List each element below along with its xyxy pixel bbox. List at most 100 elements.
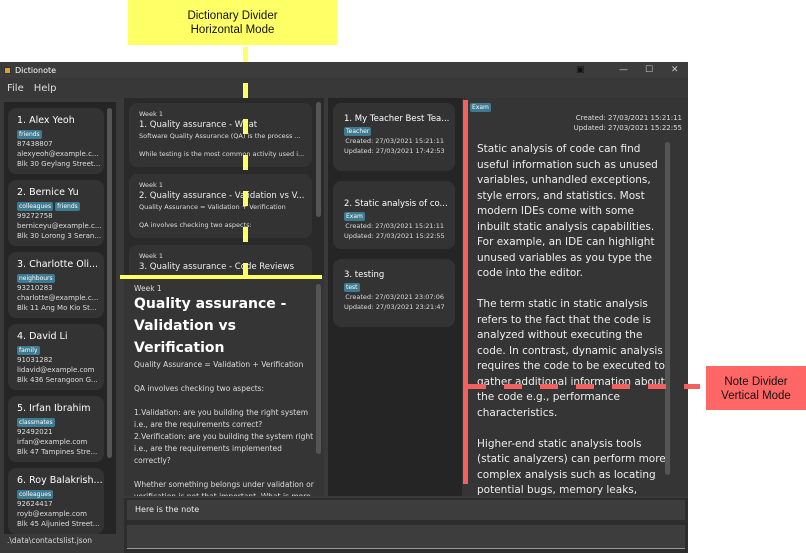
contact-address: Blk 47 Tampines Stre... (17, 448, 98, 456)
dictionary-week: Week 1 (139, 252, 164, 260)
note-title: 2. Static analysis of co... (344, 199, 448, 209)
contact-name: 6. Roy Balakrish... (17, 475, 103, 486)
note-card[interactable]: 2. Static analysis of co... Exam Created: … (333, 181, 455, 249)
contact-tag: classmates (17, 418, 55, 427)
pin-icon[interactable]: ▣ (576, 65, 585, 75)
contact-phone: 91031282 (17, 356, 53, 364)
contact-email: berniceyu@example.c... (17, 222, 102, 230)
command-box (124, 522, 688, 553)
close-button[interactable]: ✕ (671, 65, 679, 75)
contact-card[interactable]: 1. Alex Yeoh friends 87438807 alexyeoh@exam… (8, 108, 104, 174)
contact-phone: 93210283 (17, 284, 53, 292)
note-created: Created: 27/03/2021 15:21:11 (575, 114, 682, 122)
contact-tags: neighbours (17, 273, 95, 283)
contact-email: lidavid@example.com (17, 366, 95, 374)
contact-tags: colleagues friends (17, 201, 95, 211)
contact-phone: 92624417 (17, 500, 53, 508)
note-detail: Exam Created: 27/03/2021 15:21:11 Update… (462, 98, 688, 512)
contact-tag: family (17, 346, 40, 355)
menu-file[interactable]: File (7, 83, 24, 94)
contact-list: 1. Alex Yeoh friends 87438807 alexyeoh@exam… (4, 102, 116, 534)
contact-card[interactable]: 3. Charlotte Oli... neighbours 93210283 cha… (8, 252, 104, 318)
result-text: Here is the note (127, 500, 685, 520)
annotation-dashed-line-yellow (243, 47, 248, 275)
window-title: Dictionote (15, 65, 57, 75)
note-created: Created: 27/03/2021 23:07:06 (345, 293, 444, 301)
title-bar: Dictionote ▣ — ☐ ✕ (0, 62, 688, 78)
contact-card[interactable]: 6. Roy Balakrish... colleagues 92624417 roy… (8, 468, 104, 534)
contact-address: Blk 11 Ang Mo Kio St... (17, 304, 97, 312)
maximize-button[interactable]: ☐ (645, 65, 653, 75)
contact-tag: neighbours (17, 274, 55, 283)
dictionary-line2: While testing is the most common activit… (139, 150, 305, 158)
contact-name: 2. Bernice Yu (17, 187, 79, 198)
command-input[interactable] (127, 525, 685, 549)
contact-email: royb@example.com (17, 510, 87, 518)
menu-help[interactable]: Help (34, 83, 57, 94)
contact-email: alexyeoh@example.c... (17, 150, 99, 158)
contact-phone: 87438807 (17, 140, 53, 148)
contact-name: 4. David Li (17, 331, 68, 342)
contact-tags: friends (17, 129, 95, 139)
note-tag: Teacher (344, 127, 372, 136)
contact-tags: family (17, 345, 95, 355)
app-icon (4, 66, 11, 74)
detail-body: Quality Assurance = Validation + Verific… (134, 360, 314, 496)
app-window: Dictionote ▣ — ☐ ✕ File Help 1. Alex Yeo… (0, 62, 688, 553)
note-created: Created: 27/03/2021 15:21:11 (345, 222, 444, 230)
contact-tag: colleagues (17, 490, 54, 499)
contact-tags: classmates (17, 417, 95, 427)
contact-card[interactable]: 5. Irfan Ibrahim classmates 92492021 irfan@… (8, 396, 104, 462)
note-updated: Updated: 27/03/2021 17:42:53 (344, 147, 445, 155)
detail-week: Week 1 (134, 284, 162, 293)
note-created: Created: 27/03/2021 15:21:11 (345, 137, 444, 145)
contact-email: irfan@example.com (17, 438, 88, 446)
note-tag: Exam (344, 212, 365, 221)
note-updated: Updated: 27/03/2021 15:22:55 (573, 124, 682, 132)
note-divider-annotation: Note Divider Vertical Mode (706, 366, 806, 410)
dictionary-line1: Software Quality Assurance (QA) is the p… (139, 132, 301, 140)
note-card[interactable]: 1. My Teacher Best Tea... Teacher Created:… (333, 103, 455, 171)
dictionary-detail: Week 1 Quality assurance - Validation vs… (124, 278, 324, 496)
contact-card[interactable]: 2. Bernice Yu colleagues friends 99272758 be… (8, 180, 104, 246)
dictionary-title: 3. Quality assurance - Code Reviews (139, 262, 295, 272)
contact-address: Blk 30 Lorong 3 Seran... (17, 232, 102, 240)
note-list: 1. My Teacher Best Tea... Teacher Created:… (328, 98, 462, 496)
dictionary-card[interactable]: Week 1 2. Quality assurance - Validation … (129, 174, 312, 238)
note-detail-tag: Exam (470, 103, 491, 112)
minimize-button[interactable]: — (619, 65, 628, 75)
dictionary-detail-scrollbar[interactable] (316, 284, 321, 454)
note-title: 1. My Teacher Best Tea... (344, 114, 450, 124)
dictionary-week: Week 1 (139, 181, 164, 189)
contact-name: 5. Irfan Ibrahim (17, 403, 91, 414)
note-updated: Updated: 27/03/2021 15:22:55 (344, 232, 445, 240)
contact-tag: colleagues (17, 202, 54, 211)
annotation-dashed-line-red (468, 384, 700, 389)
note-card[interactable]: 3. testing test Created: 27/03/2021 23:07:… (333, 259, 455, 327)
contact-card[interactable]: 4. David Li family 91031282 lidavid@example… (8, 324, 104, 390)
contact-address: Blk 30 Geylang Street... (17, 160, 101, 168)
dictionary-line1: Quality Assurance = Validation + Verific… (139, 203, 286, 211)
contact-email: charlotte@example.c... (17, 294, 99, 302)
note-tag: test (344, 283, 360, 292)
dictionary-list-scrollbar[interactable] (316, 102, 321, 217)
contact-name: 3. Charlotte Oli... (17, 259, 99, 270)
note-divider[interactable] (463, 100, 468, 484)
dictionary-divider-annotation: Dictionary Divider Horizontal Mode (128, 0, 337, 45)
dictionary-list: Week 1 1. Quality assurance - What Softwar… (124, 98, 324, 309)
note-scrollbar[interactable] (665, 142, 670, 475)
contact-address: Blk 45 Aljunied Street... (17, 520, 100, 528)
contact-name: 1. Alex Yeoh (17, 115, 75, 126)
dictionary-title: 1. Quality assurance - What (139, 120, 258, 130)
result-display: Here is the note (124, 498, 688, 522)
note-body: Static analysis of code can find useful … (477, 143, 666, 512)
contact-list-scrollbar[interactable] (107, 108, 112, 458)
contact-address: Blk 436 Serangoon G... (17, 376, 98, 384)
dictionary-card[interactable]: Week 1 1. Quality assurance - What Softwar… (129, 103, 312, 167)
dictionary-title: 2. Quality assurance - Validation vs V..… (139, 191, 305, 201)
note-updated: Updated: 27/03/2021 23:21:47 (344, 303, 445, 311)
contact-phone: 92492021 (17, 428, 53, 436)
dictionary-week: Week 1 (139, 110, 164, 118)
note-title: 3. testing (344, 270, 385, 280)
dictionary-divider-highlight (120, 275, 322, 279)
